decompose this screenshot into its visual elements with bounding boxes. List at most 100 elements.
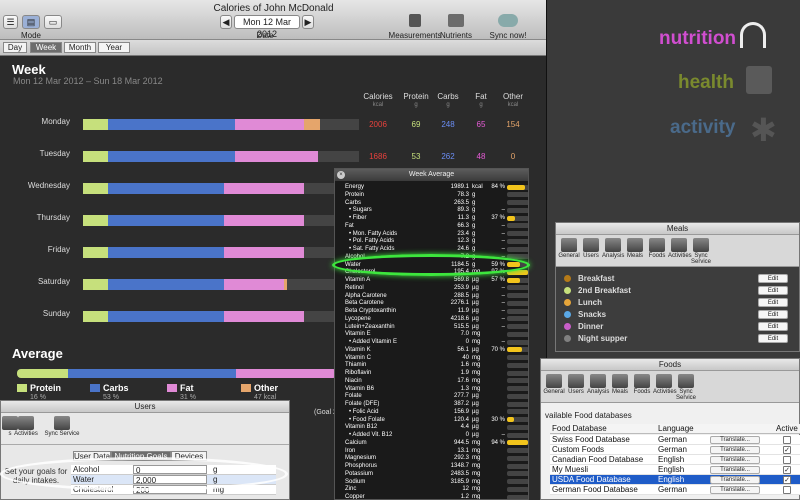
toolbar-users[interactable]: Users [580,238,602,259]
day-bar-wednesday[interactable] [83,183,359,194]
chart-mode-icon[interactable]: ▤ [22,15,40,29]
nutrient-progress-bar [507,308,528,314]
meal-edit-button[interactable]: Edit [758,334,788,343]
toolbar-analysis[interactable]: Analysis [602,238,624,259]
meal-name: Snacks [578,310,607,319]
measurements-icon[interactable] [409,14,421,27]
tab-week[interactable]: Week [30,42,62,53]
toolbar-activities[interactable]: Activities [653,374,677,395]
meal-edit-button[interactable]: Edit [758,310,788,319]
tab-year[interactable]: Year [98,42,130,53]
nutrient-progress-bar [507,192,528,198]
period-bar: Day Week Month Year [0,40,546,56]
toolbar-foods[interactable]: Foods [631,374,653,395]
date-field[interactable]: Mon 12 Mar 2012 [234,15,300,39]
active-checkbox[interactable]: ✓ [783,466,791,474]
meal-row[interactable]: Dinner Edit [558,321,796,332]
day-bar-monday[interactable] [83,119,359,130]
legend-label: Fat [180,383,194,393]
translate-button[interactable]: Translate... [710,456,760,464]
active-checkbox[interactable] [783,486,791,494]
table-row[interactable]: Swiss Food Database German Translate... [550,435,800,445]
active-checkbox[interactable]: ✓ [783,446,791,454]
list-mode-icon[interactable]: ☰ [3,15,18,29]
legend-swatch [241,384,251,392]
active-checkbox[interactable] [783,456,791,464]
table-row[interactable]: Canadian Food Database English Translate..… [550,455,800,465]
meal-edit-button[interactable]: Edit [758,298,788,307]
week-average-title: Week Average [335,169,528,181]
foods-icon [649,238,665,252]
meal-edit-button[interactable]: Edit [758,286,788,295]
sync-now-button[interactable]: Sync now! [488,31,528,40]
folder-mode-icon[interactable]: ▭ [44,15,62,29]
sync-cloud-icon[interactable] [498,14,518,27]
active-checkbox[interactable]: ✓ [783,476,791,484]
day-label: Monday [41,117,70,126]
analysis-icon [590,374,606,388]
nutrient-progress-bar [507,417,528,422]
day-bar-tuesday[interactable] [83,151,359,162]
nutrient-progress-bar [507,355,528,360]
food-database-name: USDA Food Database [552,475,631,484]
meal-row[interactable]: Night supper Edit [558,333,796,344]
day-bar-friday[interactable] [83,247,359,258]
average-title: Average [12,346,63,361]
week-average-panel: Week Average × Energy 1989.1 kcal 84 % Prote… [334,168,529,500]
table-row[interactable]: Custom Foods German Translate... ✓ [550,445,800,455]
activities-icon [18,416,34,430]
translate-button[interactable]: Translate... [710,436,760,444]
toolbar-sync-service[interactable]: Sync Service [675,374,697,401]
meal-edit-button[interactable]: Edit [758,322,788,331]
translate-button[interactable]: Translate... [710,476,760,484]
tab-month[interactable]: Month [64,42,96,53]
day-carbs-value: 248 [441,120,455,129]
nutrient-row[interactable]: Copper 1.2 mg [335,493,528,499]
toolbar-analysis[interactable]: Analysis [587,374,609,395]
column-label: Carbs [437,92,459,101]
table-row[interactable]: USDA Food Database English Translate... ✓ [550,475,800,485]
carbs-segment [107,247,224,258]
toolbar-sync-service[interactable]: Sync Service [690,238,712,265]
table-row[interactable]: German Food Database German Translate... [550,485,800,495]
day-calories-value: 1686 [369,152,387,161]
toolbar-activities[interactable]: Activities [668,238,692,259]
meal-row[interactable]: Snacks Edit [558,309,796,320]
next-date-button[interactable]: ▶ [302,15,314,29]
activities-icon [671,238,687,252]
translate-button[interactable]: Translate... [710,466,760,474]
protein-segment [83,183,108,194]
toolbar-sync-service[interactable]: Sync Service [42,416,82,437]
translate-button[interactable]: Translate... [710,486,760,494]
toolbar-meals[interactable]: Meals [609,374,631,395]
food-database-language: English [658,475,685,484]
close-icon[interactable]: × [337,171,345,179]
measurements-button[interactable]: Measurements [385,31,445,40]
table-row[interactable]: My Muesli English Translate... ✓ [550,465,800,475]
meal-row[interactable]: Lunch Edit [558,297,796,308]
average-bar [17,369,337,378]
tab-day[interactable]: Day [3,42,27,53]
toolbar-users[interactable]: Users [565,374,587,395]
day-bar-thursday[interactable] [83,215,359,226]
day-bar-sunday[interactable] [83,311,359,322]
meal-edit-button[interactable]: Edit [758,274,788,283]
day-other-value: 154 [506,120,520,129]
toolbar-foods[interactable]: Foods [646,238,668,259]
meal-color-dot [564,299,571,306]
nutrient-progress-bar [507,215,528,221]
toolbar-general[interactable]: General [543,374,565,395]
prev-date-button[interactable]: ◀ [220,15,232,29]
toolbar-activities[interactable]: Activities [14,416,38,437]
main-window: Calories of John McDonald ☰ ▤ ▭ Mode ◀ M… [0,0,547,500]
nutrients-icon[interactable] [448,14,464,27]
meal-row[interactable]: 2nd Breakfast Edit [558,285,796,296]
active-checkbox[interactable] [783,436,791,444]
toolbar-meals[interactable]: Meals [624,238,646,259]
nutrients-button[interactable]: Nutrients [440,31,472,40]
meal-row[interactable]: Breakfast Edit [558,273,796,284]
translate-button[interactable]: Translate... [710,446,760,454]
day-bar-saturday[interactable] [83,279,359,290]
legend-swatch [90,384,100,392]
toolbar-general[interactable]: General [558,238,580,259]
